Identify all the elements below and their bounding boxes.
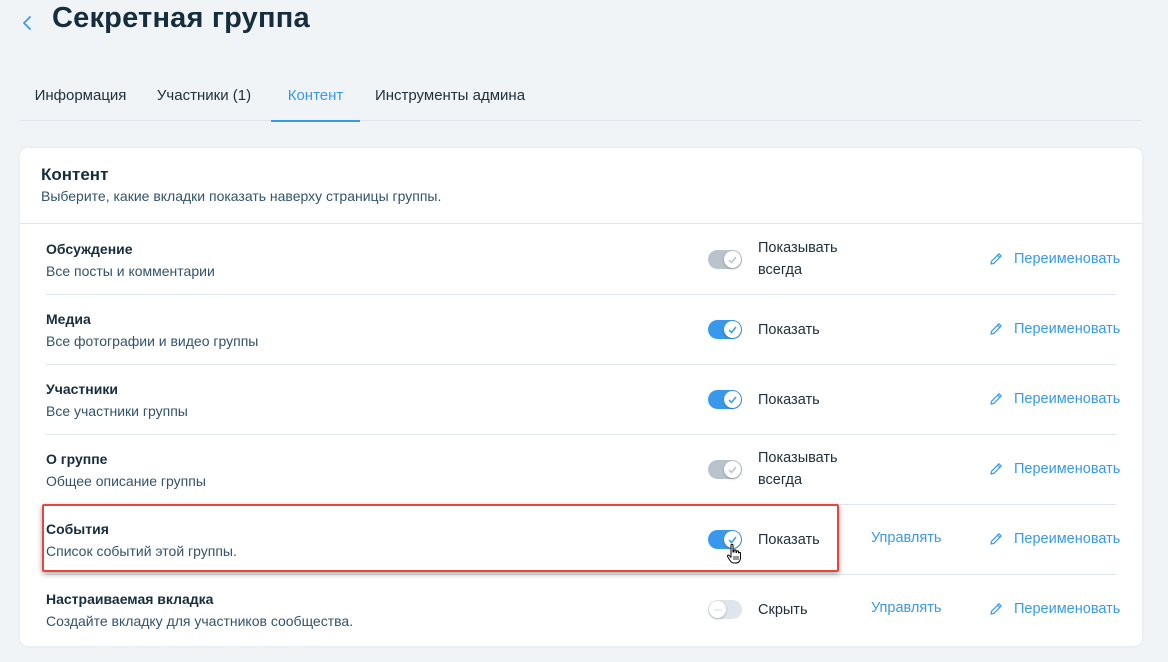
check-icon	[728, 536, 737, 544]
rename-label: Переименовать	[1014, 321, 1121, 337]
manage-link[interactable]: Управлять	[871, 530, 941, 546]
row-name: Настраиваемая вкладка	[46, 591, 214, 607]
row-description: Общее описание группы	[46, 473, 206, 489]
pencil-icon	[988, 321, 1004, 337]
row-name: Обсуждение	[46, 241, 133, 257]
status-line: всегда	[758, 262, 803, 278]
visibility-toggle[interactable]	[708, 600, 742, 619]
status-line: всегда	[758, 472, 803, 488]
tab-members[interactable]: Участники (1)	[141, 70, 267, 120]
row-description: Все участники группы	[46, 403, 188, 419]
check-icon	[728, 466, 737, 474]
rename-label: Переименовать	[1014, 461, 1121, 477]
visibility-status: Показать	[758, 392, 820, 408]
content-row-media: Медиа Все фотографии и видео группы Пока…	[46, 295, 1120, 365]
pencil-icon	[988, 391, 1004, 407]
row-name: Участники	[46, 381, 118, 397]
toggle-knob	[724, 461, 741, 478]
page-title: Секретная группа	[52, 2, 310, 34]
row-description: Создайте вкладку для участников сообщест…	[46, 613, 354, 629]
check-icon	[728, 326, 737, 334]
pencil-icon	[988, 461, 1004, 477]
status-line: Показывать	[758, 240, 838, 256]
rename-button[interactable]: Переименовать	[988, 318, 1120, 340]
chevron-left-icon	[23, 16, 31, 30]
content-row-about: О группе Общее описание группы Показыват…	[46, 435, 1120, 505]
rename-label: Переименовать	[1014, 251, 1121, 267]
visibility-status: Показать	[758, 322, 820, 338]
visibility-status: Скрыть	[758, 602, 808, 618]
visibility-toggle[interactable]	[708, 460, 742, 479]
status-line: Показывать	[758, 450, 838, 466]
visibility-toggle[interactable]	[708, 530, 742, 549]
pencil-icon	[988, 601, 1004, 617]
content-row-discussion: Обсуждение Все посты и комментарии Показ…	[46, 225, 1120, 295]
rename-button[interactable]: Переименовать	[988, 528, 1120, 550]
rename-label: Переименовать	[1014, 391, 1121, 407]
toggle-knob	[724, 391, 741, 408]
pencil-icon	[988, 531, 1004, 547]
toggle-knob	[709, 601, 726, 618]
manage-link[interactable]: Управлять	[871, 600, 941, 616]
content-card: Контент Выберите, какие вкладки показать…	[20, 148, 1142, 646]
visibility-status: Показать	[758, 532, 820, 548]
content-row-custom-tab: Настраиваемая вкладка Создайте вкладку д…	[46, 575, 1120, 645]
row-description: Список событий этой группы.	[46, 543, 237, 559]
tab-admin-tools[interactable]: Инструменты админа	[360, 70, 540, 120]
rename-button[interactable]: Переименовать	[988, 458, 1120, 480]
row-name: События	[46, 521, 109, 537]
row-description: Все посты и комментарии	[46, 263, 215, 279]
row-name: Медиа	[46, 311, 91, 327]
visibility-toggle[interactable]	[708, 390, 742, 409]
card-header: Контент Выберите, какие вкладки показать…	[20, 148, 1142, 224]
check-icon	[728, 396, 737, 404]
page-header: Секретная группа	[0, 0, 1168, 60]
toggle-knob	[724, 251, 741, 268]
tab-info[interactable]: Информация	[20, 70, 141, 120]
visibility-toggle[interactable]	[708, 250, 742, 269]
pencil-icon	[988, 251, 1004, 267]
row-description: Все фотографии и видео группы	[46, 333, 259, 349]
content-row-members: Участники Все участники группы Показать …	[46, 365, 1120, 435]
visibility-status: Показывать всегда	[758, 237, 858, 281]
rename-button[interactable]: Переименовать	[988, 248, 1120, 270]
toggle-knob	[724, 321, 741, 338]
check-icon	[728, 256, 737, 264]
rename-label: Переименовать	[1014, 531, 1121, 547]
card-subtitle: Выберите, какие вкладки показать наверху…	[41, 188, 442, 204]
tab-content[interactable]: Контент	[271, 70, 360, 122]
toggle-knob	[724, 531, 741, 548]
back-button[interactable]	[16, 10, 38, 36]
row-name: О группе	[46, 451, 108, 467]
rename-label: Переименовать	[1014, 601, 1121, 617]
tab-bar: Информация Участники (1) Контент Инструм…	[20, 70, 1142, 122]
content-row-events: События Список событий этой группы. Пока…	[46, 505, 1120, 575]
card-title: Контент	[41, 165, 109, 184]
rename-button[interactable]: Переименовать	[988, 388, 1120, 410]
minus-icon	[713, 608, 722, 611]
rename-button[interactable]: Переименовать	[988, 598, 1120, 620]
visibility-toggle[interactable]	[708, 320, 742, 339]
visibility-status: Показывать всегда	[758, 447, 858, 491]
